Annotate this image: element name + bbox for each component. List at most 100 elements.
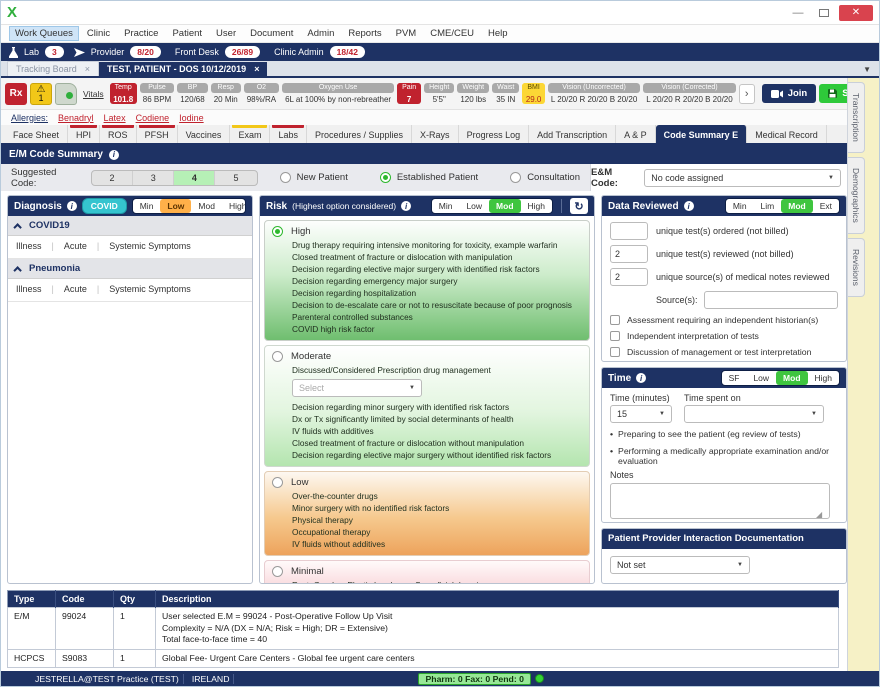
- note-icon[interactable]: [55, 83, 77, 105]
- rail-tab-revisions[interactable]: Revisions: [848, 238, 865, 297]
- diagnosis-level-high[interactable]: High: [222, 199, 246, 213]
- ppid-select[interactable]: Not set ▼: [610, 556, 750, 574]
- tab-hpi[interactable]: HPI: [68, 125, 100, 143]
- expand-vitals-button[interactable]: ›: [739, 84, 755, 104]
- em-code-select[interactable]: No code assigned ▼: [644, 169, 841, 187]
- tests-ordered-input[interactable]: [610, 222, 648, 240]
- info-icon[interactable]: [636, 373, 646, 383]
- tab-pfsh[interactable]: PFSH: [137, 125, 178, 143]
- refresh-icon[interactable]: [570, 198, 588, 214]
- tab-progress-log[interactable]: Progress Log: [459, 125, 530, 143]
- menu-pvm[interactable]: PVM: [390, 26, 423, 41]
- risk-option-minimal[interactable]: Minimal Rest, Gargles, Elastic bandages,…: [264, 560, 590, 583]
- risk-level-low[interactable]: Low: [459, 199, 489, 213]
- covid-button[interactable]: COVID: [82, 198, 127, 214]
- checkbox-independent-historian[interactable]: Assessment requiring an independent hist…: [610, 315, 838, 325]
- info-icon[interactable]: [684, 201, 694, 211]
- time-minutes-select[interactable]: 15 ▼: [610, 405, 672, 423]
- queue-provider-count[interactable]: 8/20: [130, 46, 161, 58]
- attr-illness[interactable]: Illness: [16, 284, 42, 294]
- radio-icon[interactable]: [280, 172, 291, 183]
- dr-level-mod[interactable]: Mod: [781, 199, 812, 213]
- menu-user[interactable]: User: [210, 26, 242, 41]
- menu-help[interactable]: Help: [482, 26, 514, 41]
- attr-acute[interactable]: Acute: [64, 284, 87, 294]
- code-3-button[interactable]: 3: [133, 171, 174, 185]
- menu-cmeceu[interactable]: CME/CEU: [424, 26, 480, 41]
- dr-level-ext[interactable]: Ext: [813, 199, 839, 213]
- vitals-link[interactable]: Vitals: [83, 89, 104, 99]
- queue-clinic-admin-count[interactable]: 18/42: [330, 46, 365, 58]
- tab-tracking-board[interactable]: Tracking Board ×: [7, 61, 99, 76]
- attr-systemic[interactable]: Systemic Symptoms: [109, 241, 191, 251]
- menu-work-queues[interactable]: Work Queues: [9, 26, 79, 41]
- sources-input[interactable]: [704, 291, 838, 309]
- sources-reviewed-input[interactable]: [610, 268, 648, 286]
- tab-face-sheet[interactable]: Face Sheet: [5, 125, 68, 143]
- time-level-high[interactable]: High: [808, 371, 839, 385]
- queue-front-desk-count[interactable]: 26/89: [225, 46, 260, 58]
- attr-illness[interactable]: Illness: [16, 241, 42, 251]
- checkbox-icon[interactable]: [610, 347, 620, 357]
- risk-level-min[interactable]: Min: [432, 199, 460, 213]
- allergy-benadryl[interactable]: Benadryl: [58, 113, 94, 123]
- menu-reports[interactable]: Reports: [342, 26, 387, 41]
- info-icon[interactable]: [67, 201, 77, 211]
- tab-ros[interactable]: ROS: [100, 125, 137, 143]
- radio-consultation[interactable]: Consultation: [510, 172, 580, 183]
- info-icon[interactable]: [109, 150, 119, 160]
- allergy-latex[interactable]: Latex: [104, 113, 126, 123]
- rx-icon[interactable]: Rx: [5, 83, 27, 105]
- queue-provider-label[interactable]: Provider: [91, 47, 125, 57]
- radio-icon[interactable]: [272, 351, 283, 362]
- diagnosis-level-min[interactable]: Min: [133, 199, 161, 213]
- tests-reviewed-input[interactable]: [610, 245, 648, 263]
- close-tab-icon[interactable]: ×: [254, 64, 259, 74]
- time-level-low[interactable]: Low: [746, 371, 776, 385]
- join-button[interactable]: Join: [762, 84, 817, 103]
- allergies-label[interactable]: Allergies:: [11, 113, 48, 123]
- attr-systemic[interactable]: Systemic Symptoms: [109, 284, 191, 294]
- radio-new-patient[interactable]: New Patient: [280, 172, 348, 183]
- checkbox-icon[interactable]: [610, 331, 620, 341]
- checkbox-independent-interpretation[interactable]: Independent interpretation of tests: [610, 331, 838, 341]
- radio-icon[interactable]: [510, 172, 521, 183]
- checkbox-discussion-management[interactable]: Discussion of management or test interpr…: [610, 347, 838, 357]
- info-icon[interactable]: [401, 201, 411, 211]
- diagnosis-level-low[interactable]: Low: [160, 199, 191, 213]
- code-5-button[interactable]: 5: [215, 171, 256, 185]
- tab-xrays[interactable]: X-Rays: [412, 125, 459, 143]
- queue-lab-label[interactable]: Lab: [24, 47, 39, 57]
- code-2-button[interactable]: 2: [92, 171, 133, 185]
- allergy-iodine[interactable]: Iodine: [179, 113, 204, 123]
- diagnosis-group-pneumonia[interactable]: Pneumonia: [8, 259, 252, 279]
- risk-level-high[interactable]: High: [521, 199, 552, 213]
- maximize-button[interactable]: [819, 9, 829, 17]
- close-button[interactable]: ✕: [839, 5, 873, 21]
- risk-option-moderate[interactable]: Moderate Discussed/Considered Prescripti…: [264, 345, 590, 467]
- checkbox-icon[interactable]: [610, 315, 620, 325]
- chevron-up-icon[interactable]: [13, 223, 21, 231]
- attr-acute[interactable]: Acute: [64, 241, 87, 251]
- menu-clinic[interactable]: Clinic: [81, 26, 116, 41]
- time-level-sf[interactable]: SF: [722, 371, 747, 385]
- risk-level-mod[interactable]: Mod: [489, 199, 520, 213]
- queue-front-desk-label[interactable]: Front Desk: [175, 47, 219, 57]
- diagnosis-group-covid19[interactable]: COVID19: [8, 216, 252, 236]
- code-4-button[interactable]: 4: [174, 171, 215, 185]
- menu-document[interactable]: Document: [244, 26, 299, 41]
- tab-exam[interactable]: Exam: [230, 125, 270, 143]
- dr-level-lim[interactable]: Lim: [754, 199, 782, 213]
- warning-icon[interactable]: 1: [30, 83, 52, 105]
- radio-icon-checked[interactable]: [272, 226, 283, 237]
- allergy-codiene[interactable]: Codiene: [136, 113, 170, 123]
- radio-established-patient[interactable]: Established Patient: [380, 172, 478, 183]
- menu-admin[interactable]: Admin: [301, 26, 340, 41]
- menu-practice[interactable]: Practice: [118, 26, 164, 41]
- rail-tab-demographics[interactable]: Demographics: [848, 157, 865, 234]
- radio-icon[interactable]: [272, 566, 283, 577]
- dr-level-min[interactable]: Min: [726, 199, 754, 213]
- tab-code-summary[interactable]: Code Summary E: [656, 125, 748, 143]
- chevron-up-icon[interactable]: [13, 266, 21, 274]
- chevron-down-icon[interactable]: ▼: [863, 65, 871, 74]
